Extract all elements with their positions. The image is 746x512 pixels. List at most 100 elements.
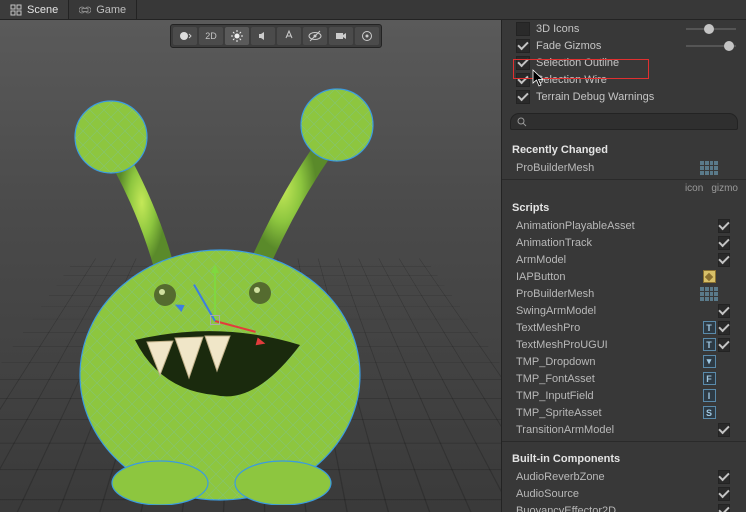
script-label: AnimationPlayableAsset [516,220,700,232]
section-scripts-title: Scripts [502,194,746,217]
script-row[interactable]: ProBuilderMesh [502,285,746,302]
gizmos-dropdown[interactable] [355,27,379,45]
option-3d-icons[interactable]: 3D Icons [502,20,746,37]
gizmo-axis-y[interactable] [214,273,216,321]
toggle-visibility[interactable] [303,27,327,45]
shading-dropdown[interactable] [173,27,197,45]
gizmo-center[interactable] [210,315,220,325]
option-terrain-debug[interactable]: Terrain Debug Warnings [502,88,746,105]
builtin-row[interactable]: BuoyancyEffector2D [502,502,746,512]
script-row[interactable]: TextMeshProUGUIT [502,336,746,353]
script-gizmo-cell[interactable] [718,470,746,484]
script-label: TransitionArmModel [516,424,700,436]
cursor-icon [532,69,546,87]
option-fade-gizmos[interactable]: Fade Gizmos [502,37,746,54]
script-icon-cell[interactable]: F [700,372,718,385]
script-label: IAPButton [516,271,700,283]
gizmo-checkbox[interactable] [718,487,730,501]
scene-viewport[interactable]: 2D [0,20,501,512]
script-row[interactable]: TMP_InputFieldI [502,387,746,404]
tab-game-label: Game [96,4,126,16]
camera-dropdown[interactable] [329,27,353,45]
grid-icon [700,161,718,175]
script-row[interactable]: AnimationPlayableAsset [502,217,746,234]
script-row[interactable]: IAPButton [502,268,746,285]
script-label: AudioSource [516,488,700,500]
diamond-icon [703,270,716,283]
tab-game[interactable]: Game [69,0,137,19]
script-label: ProBuilderMesh [516,288,700,300]
script-icon-cell[interactable] [700,161,718,175]
script-icon-cell[interactable]: T [700,338,718,351]
section-builtin-title: Built-in Components [502,445,746,468]
section-recently-changed-title: Recently Changed [502,136,746,159]
letter-icon: ▾ [703,355,716,368]
script-gizmo-cell[interactable] [718,487,746,501]
slider-3d-icons[interactable] [686,24,736,34]
gizmo-checkbox[interactable] [718,253,730,267]
letter-icon: S [703,406,716,419]
gizmo-checkbox[interactable] [718,504,730,512]
search-input[interactable] [510,113,738,130]
gamepad-icon [79,4,91,16]
checkbox-3d-icons[interactable] [516,22,530,36]
script-label: BuoyancyEffector2D [516,505,700,512]
script-label: SwingArmModel [516,305,700,317]
script-icon-cell[interactable]: I [700,389,718,402]
selected-mesh[interactable] [55,75,415,505]
gizmo-checkbox[interactable] [718,321,730,335]
gizmo-checkbox[interactable] [718,338,730,352]
grid-icon [700,287,718,301]
letter-icon: T [703,338,716,351]
checkbox-terrain-debug[interactable] [516,90,530,104]
toggle-2d[interactable]: 2D [199,27,223,45]
builtin-row[interactable]: AudioSource [502,485,746,502]
transform-gizmo[interactable] [215,320,216,321]
gizmo-checkbox[interactable] [718,470,730,484]
script-icon-cell[interactable]: T [700,321,718,334]
toggle-lighting[interactable] [225,27,249,45]
script-row[interactable]: SwingArmModel [502,302,746,319]
script-label: TMP_Dropdown [516,356,700,368]
script-gizmo-cell[interactable] [718,219,746,233]
toggle-fx[interactable] [277,27,301,45]
tab-scene[interactable]: Scene [0,0,69,19]
script-gizmo-cell[interactable] [718,321,746,335]
toggle-audio[interactable] [251,27,275,45]
script-row[interactable]: ArmModel [502,251,746,268]
checkbox-fade-gizmos[interactable] [516,39,530,53]
script-label: ArmModel [516,254,700,266]
slider-fade-gizmos[interactable] [686,41,736,51]
gizmo-checkbox[interactable] [718,236,730,250]
script-icon-cell[interactable]: S [700,406,718,419]
gizmo-checkbox[interactable] [718,423,730,437]
script-gizmo-cell[interactable] [718,304,746,318]
checkbox-selection-wire[interactable] [516,73,530,87]
script-icon-cell[interactable] [700,287,718,301]
gizmo-checkbox[interactable] [718,304,730,318]
script-gizmo-cell[interactable] [718,504,746,512]
script-row[interactable]: TMP_Dropdown▾ [502,353,746,370]
script-gizmo-cell[interactable] [718,338,746,352]
script-gizmo-cell[interactable] [718,423,746,437]
script-row[interactable]: TMP_FontAssetF [502,370,746,387]
letter-icon: I [703,389,716,402]
checkbox-selection-outline[interactable] [516,56,530,70]
script-row[interactable]: AnimationTrack [502,234,746,251]
script-row[interactable]: TextMeshProT [502,319,746,336]
letter-icon: F [703,372,716,385]
script-icon-cell[interactable]: ▾ [700,355,718,368]
script-label: TMP_SpriteAsset [516,407,700,419]
script-gizmo-cell[interactable] [718,253,746,267]
search-icon [517,117,527,127]
script-label: AudioReverbZone [516,471,700,483]
builtin-row[interactable]: AudioReverbZone [502,468,746,485]
letter-icon: T [703,321,716,334]
script-row[interactable]: TMP_SpriteAssetS [502,404,746,421]
script-row[interactable]: TransitionArmModel [502,421,746,438]
script-icon-cell[interactable] [700,270,718,283]
recent-row[interactable]: ProBuilderMesh [502,159,746,176]
gizmo-checkbox[interactable] [718,219,730,233]
script-gizmo-cell[interactable] [718,236,746,250]
tab-scene-label: Scene [27,4,58,16]
